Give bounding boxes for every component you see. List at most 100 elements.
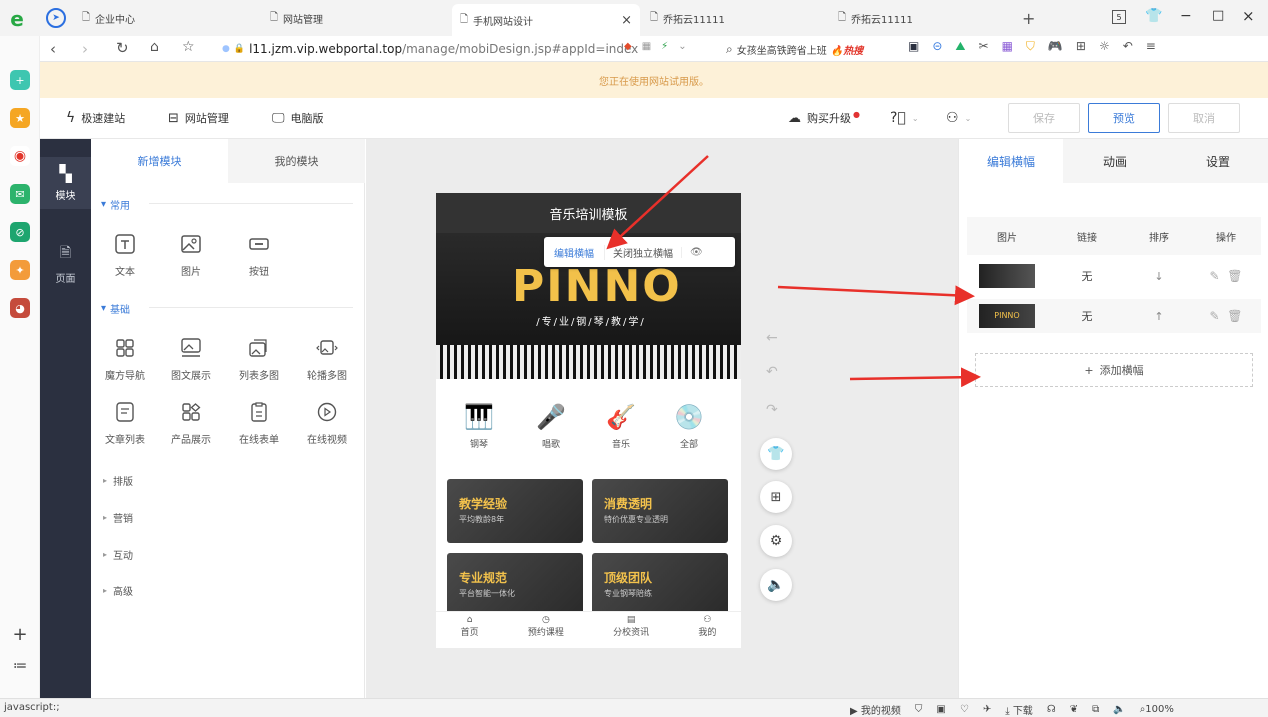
- tab-my-module[interactable]: 我的模块: [228, 139, 365, 183]
- module-button[interactable]: 按钮: [229, 233, 289, 278]
- wallet-icon[interactable]: ▣: [908, 39, 919, 54]
- category-piano[interactable]: 🎹 钢琴: [454, 403, 504, 450]
- shield-badge-icon[interactable]: ⛉: [1026, 39, 1035, 54]
- mail-icon[interactable]: ✉: [10, 184, 30, 204]
- home-icon[interactable]: ⌂: [150, 39, 159, 55]
- category-singing[interactable]: 🎤 唱歌: [526, 403, 576, 450]
- grid-app-icon[interactable]: ▦: [1002, 39, 1013, 54]
- undo-arrow-icon[interactable]: ↶: [766, 364, 778, 380]
- zoom-control[interactable]: ⌕100%: [1140, 704, 1174, 715]
- bottom-nav-news[interactable]: ▤ 分校资讯: [613, 612, 649, 648]
- module-online-video[interactable]: 在线视频: [297, 401, 357, 446]
- sort-up-button[interactable]: ↑: [1127, 310, 1191, 323]
- edit-banner-button[interactable]: 编辑横幅: [544, 245, 604, 260]
- section-basic[interactable]: ▾ 基础: [101, 301, 130, 316]
- weibo-icon[interactable]: ◉: [10, 146, 30, 166]
- edit-icon[interactable]: ✎: [1210, 269, 1220, 283]
- audio-button[interactable]: 🔈: [760, 569, 792, 601]
- shirt-icon[interactable]: 👕: [1145, 8, 1162, 24]
- bottom-nav-booking[interactable]: ◷ 预约课程: [528, 612, 564, 648]
- star-icon[interactable]: ☆: [182, 39, 195, 55]
- module-image-text[interactable]: 图文展示: [161, 337, 221, 382]
- heart-icon[interactable]: ♡: [960, 704, 969, 715]
- account-button[interactable]: ⚇ ⌄: [946, 110, 971, 126]
- tab-qiaotuoyun-2[interactable]: 🗋 乔拓云11111: [838, 8, 913, 28]
- add-sidebar-icon[interactable]: +: [10, 624, 30, 645]
- save-button[interactable]: 保存: [1008, 103, 1080, 133]
- search-box[interactable]: ⌕ 女孩坐高铁跨省上班 🔥热搜: [726, 40, 898, 58]
- module-image[interactable]: 图片: [161, 233, 221, 278]
- menu-icon[interactable]: ≡: [1146, 39, 1156, 54]
- add-app-icon[interactable]: +: [10, 70, 30, 90]
- category-advanced[interactable]: ▸ 高级: [103, 583, 133, 598]
- eye-icon[interactable]: 👁: [681, 246, 711, 258]
- browser-logo-icon[interactable]: e: [6, 7, 28, 31]
- chevron-down-icon[interactable]: ⌄: [678, 41, 686, 52]
- settings-button[interactable]: ⚙: [760, 525, 792, 557]
- sort-down-button[interactable]: ↓: [1127, 270, 1191, 283]
- tab-animation[interactable]: 动画: [1063, 139, 1167, 183]
- add-banner-button[interactable]: + 添加横幅: [975, 353, 1253, 387]
- window-icon[interactable]: ⧉: [1092, 704, 1099, 715]
- maximize-button[interactable]: □: [1212, 8, 1224, 23]
- card-standard[interactable]: 专业规范 平台智能一体化: [447, 553, 583, 617]
- bolt-icon[interactable]: ⚡: [661, 41, 668, 52]
- refresh-icon[interactable]: ↻: [116, 39, 129, 57]
- back-icon[interactable]: ‹: [50, 40, 56, 58]
- speaker-icon[interactable]: 🔈: [1113, 704, 1125, 715]
- tab-new-module[interactable]: 新增模块: [91, 139, 228, 183]
- desktop-version-button[interactable]: 🖵 电脑版: [272, 110, 324, 126]
- buy-upgrade-button[interactable]: ☁ 购买升级 ●: [788, 110, 860, 126]
- table-row[interactable]: 无 ↓ ✎ 🗑: [967, 259, 1261, 293]
- section-common[interactable]: ▾ 常用: [101, 197, 130, 212]
- qr-icon[interactable]: ▦: [642, 41, 651, 52]
- category-marketing[interactable]: ▸ 营销: [103, 510, 133, 525]
- scissors-icon[interactable]: ✂: [979, 39, 989, 54]
- edit-icon[interactable]: ✎: [1210, 309, 1220, 323]
- sidebar-menu-icon[interactable]: ≔: [10, 658, 30, 674]
- extension-icon[interactable]: ◆: [624, 41, 632, 52]
- my-video-button[interactable]: ▶ 我的视频: [850, 702, 901, 717]
- close-banner-button[interactable]: 关闭独立横幅: [604, 244, 681, 260]
- card-experience[interactable]: 教学经验 平均教龄8年: [447, 479, 583, 543]
- category-layout[interactable]: ▸ 排版: [103, 473, 133, 488]
- module-online-form[interactable]: 在线表单: [229, 401, 289, 446]
- window-counter-icon[interactable]: 5: [1112, 10, 1126, 24]
- leaf-icon[interactable]: ❦: [1070, 704, 1078, 715]
- minimize-button[interactable]: −: [1180, 8, 1192, 24]
- nav-pages[interactable]: 🗎 页面: [40, 237, 91, 289]
- close-window-button[interactable]: ×: [1242, 7, 1255, 25]
- link-app-icon[interactable]: ⊘: [10, 222, 30, 242]
- undo-icon[interactable]: ↶: [1123, 39, 1133, 54]
- site-manage-button[interactable]: ⊟ 网站管理: [168, 110, 229, 126]
- card-transparency[interactable]: 消费透明 特价优惠专业透明: [592, 479, 728, 543]
- url-field[interactable]: ● 🔒 l11.jzm.vip.webportal.top/manage/mob…: [222, 40, 642, 58]
- module-article-list[interactable]: 文章列表: [95, 401, 155, 446]
- module-carousel[interactable]: 轮播多图: [297, 337, 357, 382]
- headset-icon[interactable]: ☊: [1047, 704, 1056, 715]
- minus-circle-icon[interactable]: ⊝: [932, 39, 942, 54]
- module-text[interactable]: 文本: [95, 233, 155, 278]
- shield-icon[interactable]: ⛉: [915, 704, 923, 715]
- browser-nav-icon[interactable]: ➤: [46, 8, 66, 28]
- category-interaction[interactable]: ▸ 互动: [103, 547, 133, 562]
- category-music[interactable]: 🎸 音乐: [596, 403, 646, 450]
- gamepad-icon[interactable]: 🎮: [1048, 39, 1063, 54]
- new-tab-button[interactable]: +: [1022, 8, 1035, 28]
- rocket-icon[interactable]: ✈: [983, 704, 991, 715]
- bottom-nav-home[interactable]: ⌂ 首页: [461, 612, 479, 648]
- module-product-display[interactable]: 产品展示: [161, 401, 221, 446]
- trash-icon[interactable]: 🗑: [1227, 269, 1242, 283]
- quick-build-button[interactable]: ϟ 极速建站: [66, 110, 125, 126]
- redo-arrow-icon[interactable]: ↷: [766, 402, 778, 418]
- tab-site-management[interactable]: 🗋 网站管理: [270, 8, 323, 28]
- bottom-nav-me[interactable]: ⚇ 我的: [698, 612, 716, 648]
- mountain-icon[interactable]: ⛰: [955, 39, 965, 54]
- module-magic-nav[interactable]: 魔方导航: [95, 337, 155, 382]
- tab-mobile-site-design[interactable]: 🗋 手机网站设计 ×: [452, 4, 640, 36]
- panda-app-icon[interactable]: ◕: [10, 298, 30, 318]
- module-list-images[interactable]: 列表多图: [229, 337, 289, 382]
- table-row[interactable]: PINNO 无 ↑ ✎ 🗑: [967, 299, 1261, 333]
- tab-qiaotuoyun-1[interactable]: 🗋 乔拓云11111: [650, 8, 725, 28]
- tab-edit-banner[interactable]: 编辑横幅: [959, 139, 1063, 183]
